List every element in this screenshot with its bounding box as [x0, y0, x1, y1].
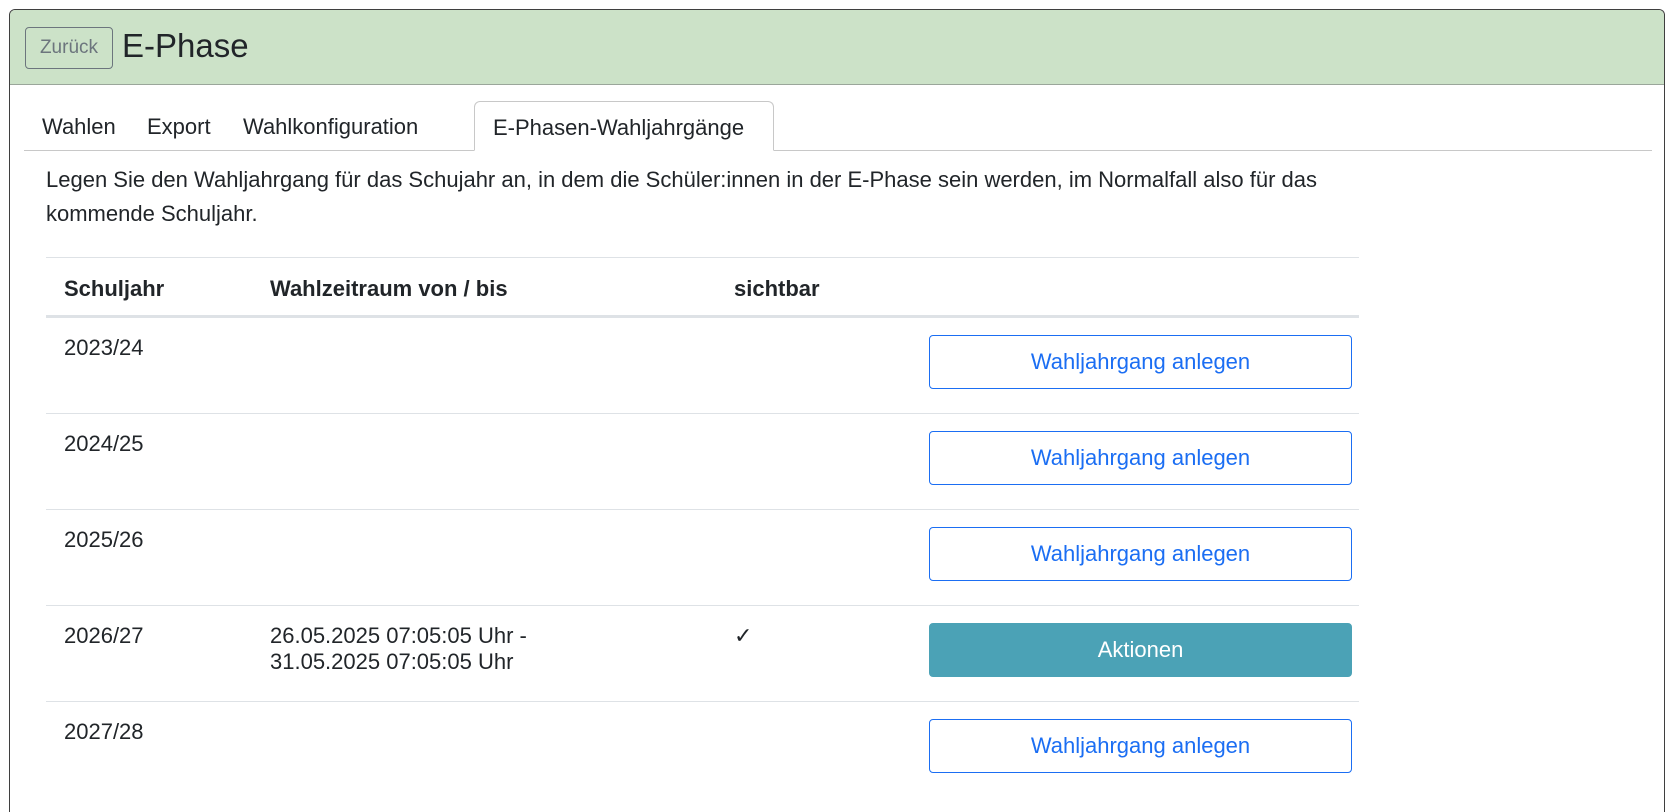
tab-bar: Wahlen Export Wahlkonfiguration E-Phasen…: [24, 101, 1652, 151]
table-row: 2023/24 Wahljahrgang anlegen: [46, 317, 1359, 413]
table-row: 2026/27 26.05.2025 07:05:05 Uhr - 31.05.…: [46, 605, 1359, 701]
page-title: E-Phase: [122, 27, 249, 64]
wahljahrgang-anlegen-button[interactable]: Wahljahrgang anlegen: [929, 335, 1352, 389]
check-icon: ✓: [734, 623, 753, 648]
tab-e-phasen-wahljahrgaenge[interactable]: E-Phasen-Wahljahrgänge: [474, 101, 774, 151]
tab-export[interactable]: Export: [129, 101, 229, 151]
schuljahr-cell: 2023/24: [64, 335, 144, 360]
action-cell: Wahljahrgang anlegen: [929, 719, 1352, 773]
wahlzeitraum-from: 26.05.2025 07:05:05 Uhr -: [270, 623, 527, 648]
wahljahrgang-anlegen-button[interactable]: Wahljahrgang anlegen: [929, 431, 1352, 485]
action-cell: Wahljahrgang anlegen: [929, 431, 1352, 485]
table-header-row: Schuljahr Wahlzeitraum von / bis sichtba…: [46, 257, 1359, 317]
schuljahr-cell: 2025/26: [64, 527, 144, 552]
column-header-schuljahr: Schuljahr: [64, 276, 165, 301]
wahljahrgang-table: Schuljahr Wahlzeitraum von / bis sichtba…: [46, 257, 1359, 797]
action-cell: Aktionen: [929, 623, 1352, 677]
schuljahr-cell: 2024/25: [64, 431, 144, 456]
tab-wahlen[interactable]: Wahlen: [24, 101, 134, 151]
intro-text: Legen Sie den Wahljahrgang für das Schuj…: [46, 167, 1318, 226]
schuljahr-cell: 2027/28: [64, 719, 144, 744]
wahljahrgang-anlegen-button[interactable]: Wahljahrgang anlegen: [929, 527, 1352, 581]
page-header: Zurück E-Phase: [10, 10, 1664, 85]
app-window: Zurück E-Phase Wahlen Export Wahlkonfigu…: [9, 9, 1665, 812]
tab-wahlkonfiguration[interactable]: Wahlkonfiguration: [225, 101, 436, 151]
schuljahr-cell: 2026/27: [64, 623, 144, 648]
table-row: 2024/25 Wahljahrgang anlegen: [46, 413, 1359, 509]
back-button[interactable]: Zurück: [25, 27, 113, 69]
aktionen-button[interactable]: Aktionen: [929, 623, 1352, 677]
table-row: 2025/26 Wahljahrgang anlegen: [46, 509, 1359, 605]
action-cell: Wahljahrgang anlegen: [929, 335, 1352, 389]
table-row: 2027/28 Wahljahrgang anlegen: [46, 701, 1359, 797]
wahlzeitraum-to: 31.05.2025 07:05:05 Uhr: [270, 649, 514, 674]
column-header-wahlzeitraum: Wahlzeitraum von / bis: [270, 276, 508, 301]
wahljahrgang-anlegen-button[interactable]: Wahljahrgang anlegen: [929, 719, 1352, 773]
wahlzeitraum-cell: 26.05.2025 07:05:05 Uhr - 31.05.2025 07:…: [270, 623, 600, 675]
column-header-sichtbar: sichtbar: [734, 276, 820, 301]
action-cell: Wahljahrgang anlegen: [929, 527, 1352, 581]
